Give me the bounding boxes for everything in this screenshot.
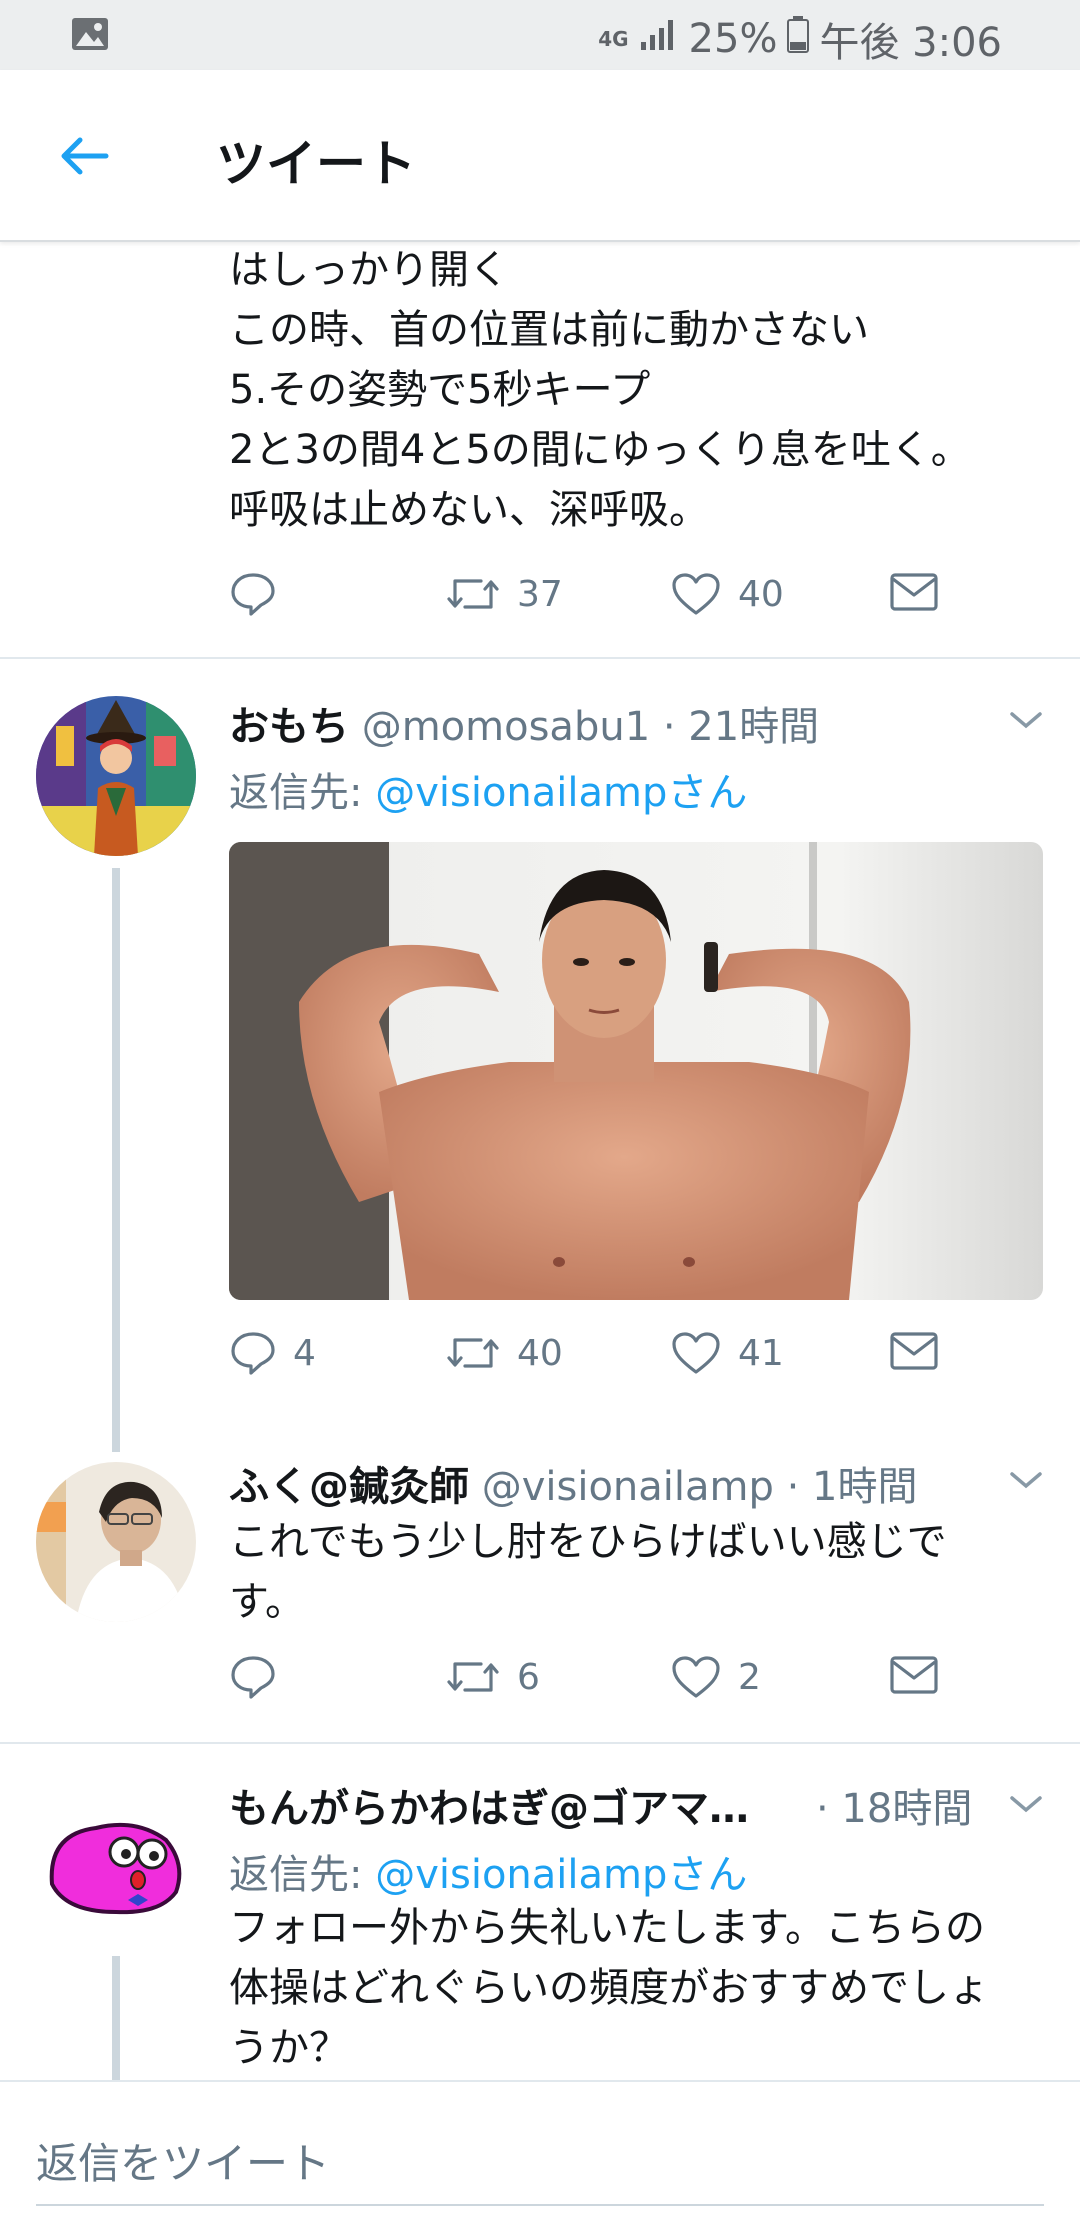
retweet-count: 6 bbox=[517, 1656, 540, 1698]
share-button[interactable] bbox=[889, 571, 939, 613]
avatar[interactable] bbox=[36, 1462, 196, 1622]
reply-input[interactable]: 返信をツイート bbox=[36, 2130, 330, 2191]
signal-icon bbox=[639, 16, 679, 62]
like-count: 40 bbox=[738, 573, 784, 615]
tweet-time: · 18時間 bbox=[816, 1786, 973, 1832]
reply-compose-bar: 返信をツイート bbox=[0, 2080, 1080, 2222]
retweet-icon bbox=[445, 1330, 501, 1376]
reply-count: 4 bbox=[293, 1332, 316, 1374]
reply-mention-link[interactable]: @visionailampさん bbox=[375, 770, 747, 816]
like-button[interactable]: 41 bbox=[670, 1330, 784, 1376]
mail-icon bbox=[889, 1330, 939, 1372]
reply-icon bbox=[229, 571, 277, 617]
app-bar: ツイート bbox=[0, 70, 1080, 242]
reply-icon bbox=[229, 1330, 277, 1376]
status-bar: 4G 25% 午後 3:06 bbox=[0, 0, 1080, 70]
tweet-photo[interactable] bbox=[229, 842, 1043, 1300]
heart-icon bbox=[670, 1654, 722, 1700]
chevron-down-icon[interactable] bbox=[1008, 1792, 1044, 1820]
tweet-actions: 4 40 41 bbox=[229, 1330, 1029, 1390]
share-button[interactable] bbox=[889, 1330, 939, 1372]
thread-line bbox=[112, 1956, 120, 2080]
user-handle[interactable]: @momosabu1 bbox=[362, 704, 650, 750]
network-type-label: 4G bbox=[598, 27, 629, 51]
like-count: 41 bbox=[738, 1332, 784, 1374]
tweet-header: もんがらかわはぎ@ゴアマ… bbox=[229, 1776, 749, 1834]
heart-icon bbox=[670, 571, 722, 617]
user-name[interactable]: ふく@鍼灸師 bbox=[229, 1464, 469, 1510]
retweet-button[interactable]: 40 bbox=[445, 1330, 563, 1376]
like-button[interactable]: 40 bbox=[670, 571, 784, 617]
reply-context: 返信先: @visionailampさん bbox=[229, 760, 747, 818]
tweet-time-wrap: · 18時間 bbox=[816, 1776, 972, 1834]
reply-button[interactable] bbox=[229, 571, 277, 617]
retweet-count: 37 bbox=[517, 573, 563, 615]
battery-icon bbox=[787, 15, 810, 63]
status-indicators: 4G 25% 午後 3:06 bbox=[598, 10, 1002, 68]
avatar[interactable] bbox=[36, 1784, 196, 1944]
thread-line bbox=[112, 868, 120, 1452]
avatar[interactable] bbox=[36, 696, 196, 856]
back-arrow-icon[interactable] bbox=[54, 132, 114, 184]
divider bbox=[0, 1742, 1080, 1744]
user-handle[interactable]: @visionailamp bbox=[482, 1464, 774, 1510]
reply-icon bbox=[229, 1654, 277, 1700]
chevron-down-icon[interactable] bbox=[1008, 1468, 1044, 1496]
tweet-text: これでもう少し肘をひらけばいい感じです。 bbox=[229, 1519, 947, 1625]
clock: 午後 3:06 bbox=[819, 20, 1002, 66]
tweet-time: · 1時間 bbox=[786, 1464, 918, 1510]
page-title: ツイート bbox=[216, 135, 416, 193]
chevron-down-icon[interactable] bbox=[1008, 708, 1044, 736]
tweet-time: · 21時間 bbox=[662, 704, 820, 750]
reply-prefix: 返信先: bbox=[229, 770, 376, 816]
reply-mention-link[interactable]: @visionailampさん bbox=[375, 1852, 747, 1898]
share-button[interactable] bbox=[889, 1654, 939, 1696]
reply-button[interactable]: 4 bbox=[229, 1330, 316, 1376]
divider bbox=[0, 657, 1080, 659]
mail-icon bbox=[889, 571, 939, 613]
tweet-text: フォロー外から失礼いたします。こちらの体操はどれぐらいの頻度がおすすめでしょうか… bbox=[229, 1905, 989, 2071]
gallery-notification-icon bbox=[70, 16, 110, 56]
tweet-header: ふく@鍼灸師 @visionailamp · 1時間 bbox=[229, 1454, 918, 1512]
reply-context: 返信先: @visionailampさん bbox=[229, 1842, 747, 1900]
retweet-button[interactable]: 37 bbox=[445, 571, 563, 617]
reply-button[interactable] bbox=[229, 1654, 277, 1700]
mail-icon bbox=[889, 1654, 939, 1696]
user-name[interactable]: もんがらかわはぎ@ゴアマ… bbox=[229, 1786, 749, 1832]
tweet-top-actions: 37 40 bbox=[229, 571, 1029, 631]
retweet-count: 40 bbox=[517, 1332, 563, 1374]
tweet-actions: 6 2 bbox=[229, 1654, 1029, 1714]
heart-icon bbox=[670, 1330, 722, 1376]
tweet-header: おもち @momosabu1 · 21時間 bbox=[229, 694, 819, 752]
tweet-top-text: はしっかり開く この時、首の位置は前に動かさない 5.その姿勢で5秒キープ 2と… bbox=[229, 247, 971, 533]
reply-input-underline bbox=[36, 2204, 1044, 2206]
timeline[interactable]: はしっかり開く この時、首の位置は前に動かさない 5.その姿勢で5秒キープ 2と… bbox=[0, 242, 1080, 2080]
retweet-button[interactable]: 6 bbox=[445, 1654, 540, 1700]
like-button[interactable]: 2 bbox=[670, 1654, 761, 1700]
reply-prefix: 返信先: bbox=[229, 1852, 376, 1898]
user-name[interactable]: おもち bbox=[229, 704, 349, 750]
like-count: 2 bbox=[738, 1656, 761, 1698]
battery-percent: 25% bbox=[688, 16, 778, 62]
retweet-icon bbox=[445, 571, 501, 617]
retweet-icon bbox=[445, 1654, 501, 1700]
